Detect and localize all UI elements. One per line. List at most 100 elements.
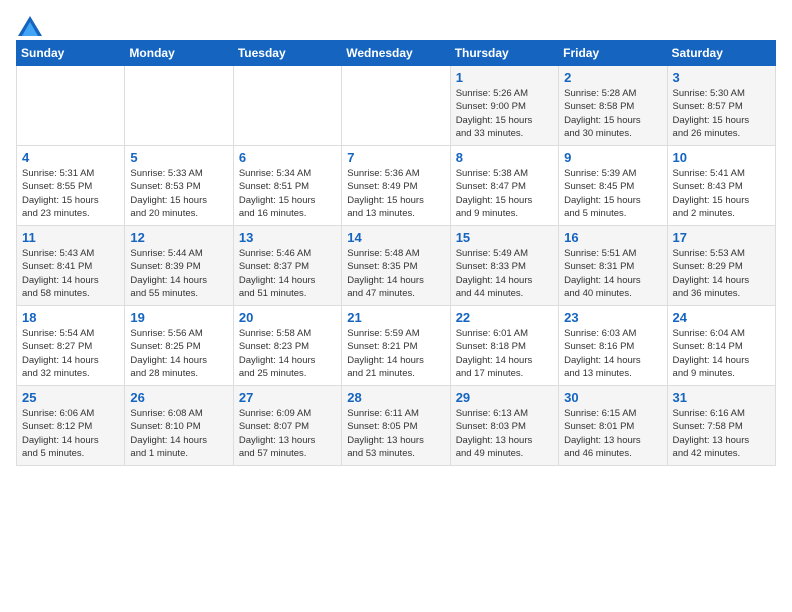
calendar-cell: 4 Sunrise: 5:31 AMSunset: 8:55 PMDaylight… [17,146,125,226]
day-number: 15 [456,230,553,245]
day-number: 31 [673,390,770,405]
day-number: 17 [673,230,770,245]
week-row-2: 4 Sunrise: 5:31 AMSunset: 8:55 PMDaylight… [17,146,776,226]
day-number: 3 [673,70,770,85]
calendar-cell: 22Sunrise: 6:01 AMSunset: 8:18 PMDayligh… [450,306,558,386]
weekday-header-thursday: Thursday [450,41,558,66]
cell-info: Sunrise: 6:13 AMSunset: 8:03 PMDaylight:… [456,407,553,460]
calendar-cell: 13Sunrise: 5:46 AMSunset: 8:37 PMDayligh… [233,226,341,306]
week-row-4: 18 Sunrise: 5:54 AMSunset: 8:27 PMDayligh… [17,306,776,386]
calendar-header: SundayMondayTuesdayWednesdayThursdayFrid… [17,41,776,66]
cell-info: Sunrise: 5:34 AMSunset: 8:51 PMDaylight:… [239,167,336,220]
cell-info: Sunrise: 5:44 AMSunset: 8:39 PMDaylight:… [130,247,227,300]
day-number: 13 [239,230,336,245]
calendar-cell: 12 Sunrise: 5:44 AMSunset: 8:39 PMDayligh… [125,226,233,306]
calendar-cell [233,66,341,146]
cell-info: Sunrise: 6:06 AMSunset: 8:12 PMDaylight:… [22,407,119,460]
calendar-cell: 19Sunrise: 5:56 AMSunset: 8:25 PMDayligh… [125,306,233,386]
cell-info: Sunrise: 6:16 AMSunset: 7:58 PMDaylight:… [673,407,770,460]
day-number: 7 [347,150,444,165]
week-row-1: 1Sunrise: 5:26 AMSunset: 9:00 PMDaylight… [17,66,776,146]
calendar-cell: 16 Sunrise: 5:51 AMSunset: 8:31 PMDayligh… [559,226,667,306]
calendar-cell: 25 Sunrise: 6:06 AMSunset: 8:12 PMDayligh… [17,386,125,466]
header-row: SundayMondayTuesdayWednesdayThursdayFrid… [17,41,776,66]
calendar-cell: 17 Sunrise: 5:53 AMSunset: 8:29 PMDayligh… [667,226,775,306]
day-number: 25 [22,390,119,405]
cell-info: Sunrise: 6:09 AMSunset: 8:07 PMDaylight:… [239,407,336,460]
cell-info: Sunrise: 5:59 AMSunset: 8:21 PMDaylight:… [347,327,444,380]
day-number: 14 [347,230,444,245]
day-number: 26 [130,390,227,405]
day-number: 21 [347,310,444,325]
cell-info: Sunrise: 5:53 AMSunset: 8:29 PMDaylight:… [673,247,770,300]
day-number: 19 [130,310,227,325]
day-number: 23 [564,310,661,325]
day-number: 8 [456,150,553,165]
calendar-cell: 26Sunrise: 6:08 AMSunset: 8:10 PMDayligh… [125,386,233,466]
calendar-cell: 6 Sunrise: 5:34 AMSunset: 8:51 PMDaylight… [233,146,341,226]
calendar-table: SundayMondayTuesdayWednesdayThursdayFrid… [16,40,776,466]
calendar-cell: 28 Sunrise: 6:11 AMSunset: 8:05 PMDayligh… [342,386,450,466]
cell-info: Sunrise: 5:26 AMSunset: 9:00 PMDaylight:… [456,87,553,140]
day-number: 30 [564,390,661,405]
day-number: 10 [673,150,770,165]
calendar-cell: 3 Sunrise: 5:30 AMSunset: 8:57 PMDaylight… [667,66,775,146]
day-number: 5 [130,150,227,165]
day-number: 27 [239,390,336,405]
calendar-cell: 8 Sunrise: 5:38 AMSunset: 8:47 PMDaylight… [450,146,558,226]
cell-info: Sunrise: 5:33 AMSunset: 8:53 PMDaylight:… [130,167,227,220]
weekday-header-sunday: Sunday [17,41,125,66]
calendar-cell: 7 Sunrise: 5:36 AMSunset: 8:49 PMDaylight… [342,146,450,226]
weekday-header-monday: Monday [125,41,233,66]
day-number: 24 [673,310,770,325]
calendar-cell: 9Sunrise: 5:39 AMSunset: 8:45 PMDaylight… [559,146,667,226]
day-number: 2 [564,70,661,85]
day-number: 28 [347,390,444,405]
calendar-cell: 31 Sunrise: 6:16 AMSunset: 7:58 PMDayligh… [667,386,775,466]
calendar-cell: 29 Sunrise: 6:13 AMSunset: 8:03 PMDayligh… [450,386,558,466]
weekday-header-saturday: Saturday [667,41,775,66]
calendar-cell: 11Sunrise: 5:43 AMSunset: 8:41 PMDayligh… [17,226,125,306]
page-header [16,16,776,32]
calendar-cell: 27 Sunrise: 6:09 AMSunset: 8:07 PMDayligh… [233,386,341,466]
week-row-5: 25 Sunrise: 6:06 AMSunset: 8:12 PMDayligh… [17,386,776,466]
weekday-header-wednesday: Wednesday [342,41,450,66]
calendar-cell: 23 Sunrise: 6:03 AMSunset: 8:16 PMDayligh… [559,306,667,386]
cell-info: Sunrise: 5:28 AMSunset: 8:58 PMDaylight:… [564,87,661,140]
calendar-cell: 15 Sunrise: 5:49 AMSunset: 8:33 PMDayligh… [450,226,558,306]
cell-info: Sunrise: 6:04 AMSunset: 8:14 PMDaylight:… [673,327,770,380]
cell-info: Sunrise: 5:51 AMSunset: 8:31 PMDaylight:… [564,247,661,300]
cell-info: Sunrise: 6:11 AMSunset: 8:05 PMDaylight:… [347,407,444,460]
weekday-header-friday: Friday [559,41,667,66]
day-number: 18 [22,310,119,325]
cell-info: Sunrise: 5:58 AMSunset: 8:23 PMDaylight:… [239,327,336,380]
cell-info: Sunrise: 5:54 AMSunset: 8:27 PMDaylight:… [22,327,119,380]
cell-info: Sunrise: 6:15 AMSunset: 8:01 PMDaylight:… [564,407,661,460]
calendar-cell: 5 Sunrise: 5:33 AMSunset: 8:53 PMDaylight… [125,146,233,226]
cell-info: Sunrise: 6:03 AMSunset: 8:16 PMDaylight:… [564,327,661,380]
day-number: 22 [456,310,553,325]
calendar-cell: 20Sunrise: 5:58 AMSunset: 8:23 PMDayligh… [233,306,341,386]
calendar-body: 1Sunrise: 5:26 AMSunset: 9:00 PMDaylight… [17,66,776,466]
cell-info: Sunrise: 5:48 AMSunset: 8:35 PMDaylight:… [347,247,444,300]
calendar-cell: 30 Sunrise: 6:15 AMSunset: 8:01 PMDayligh… [559,386,667,466]
calendar-cell: 21 Sunrise: 5:59 AMSunset: 8:21 PMDayligh… [342,306,450,386]
cell-info: Sunrise: 5:30 AMSunset: 8:57 PMDaylight:… [673,87,770,140]
cell-info: Sunrise: 5:41 AMSunset: 8:43 PMDaylight:… [673,167,770,220]
calendar-cell [17,66,125,146]
day-number: 4 [22,150,119,165]
week-row-3: 11Sunrise: 5:43 AMSunset: 8:41 PMDayligh… [17,226,776,306]
calendar-cell [342,66,450,146]
cell-info: Sunrise: 5:43 AMSunset: 8:41 PMDaylight:… [22,247,119,300]
day-number: 6 [239,150,336,165]
day-number: 16 [564,230,661,245]
cell-info: Sunrise: 5:49 AMSunset: 8:33 PMDaylight:… [456,247,553,300]
day-number: 12 [130,230,227,245]
calendar-cell: 18 Sunrise: 5:54 AMSunset: 8:27 PMDayligh… [17,306,125,386]
day-number: 29 [456,390,553,405]
calendar-cell: 10 Sunrise: 5:41 AMSunset: 8:43 PMDayligh… [667,146,775,226]
cell-info: Sunrise: 5:38 AMSunset: 8:47 PMDaylight:… [456,167,553,220]
cell-info: Sunrise: 5:31 AMSunset: 8:55 PMDaylight:… [22,167,119,220]
cell-info: Sunrise: 5:36 AMSunset: 8:49 PMDaylight:… [347,167,444,220]
calendar-cell: 14 Sunrise: 5:48 AMSunset: 8:35 PMDayligh… [342,226,450,306]
